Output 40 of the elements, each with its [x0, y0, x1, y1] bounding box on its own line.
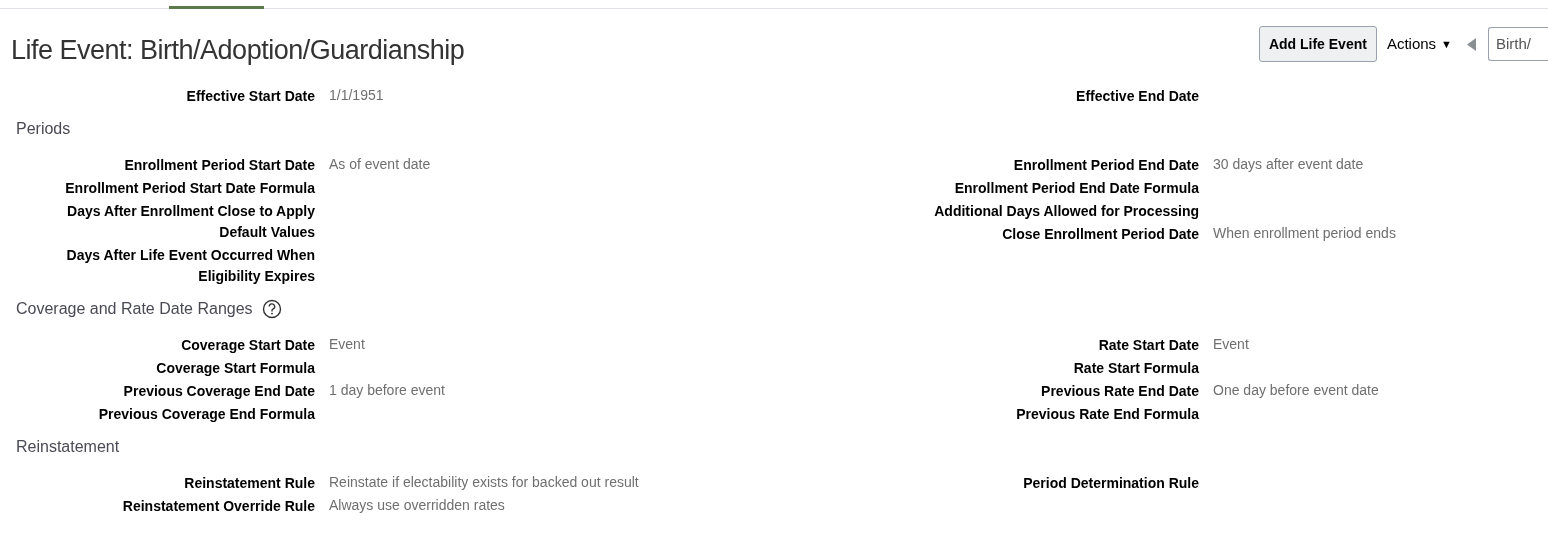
previous-arrow-icon[interactable]: [1467, 37, 1476, 51]
field-label: Rate Start Date: [1098, 336, 1199, 353]
field-label: Coverage Start Formula: [156, 359, 315, 376]
field-value: As of event date: [329, 154, 431, 174]
field-label: Rate Start Formula: [1073, 359, 1199, 376]
record-field[interactable]: Birth/: [1488, 27, 1548, 61]
page-title: Life Event: Birth/Adoption/Guardianship: [11, 34, 465, 67]
field-label: Period Determination Rule: [1023, 474, 1199, 491]
field-label: Days After Life Event Occurred When Eligibility Expires: [66, 246, 315, 284]
section-title: Reinstatement: [16, 436, 120, 457]
field-label: Reinstatement Rule: [184, 474, 315, 491]
field-value: 30 days after event date: [1213, 154, 1364, 174]
field-label: Enrollment Period End Date Formula: [954, 179, 1199, 196]
add-life-event-button[interactable]: Add Life Event: [1258, 26, 1377, 62]
field-value: When enrollment period ends: [1213, 223, 1396, 243]
field-label: Effective End Date: [1076, 87, 1199, 104]
field-value: 1 day before event: [329, 380, 445, 400]
field-value: Always use overridden rates: [329, 495, 505, 515]
field-label: Enrollment Period Start Date Formula: [65, 179, 315, 196]
field-label: Previous Rate End Date: [1041, 382, 1199, 399]
field-label: Days After Enrollment Close to Apply Default Values: [67, 202, 315, 240]
field-label: Previous Coverage End Date: [123, 382, 315, 399]
field-label: Previous Rate End Formula: [1016, 405, 1199, 422]
field-value: Event: [329, 334, 365, 354]
section-title: Coverage and Rate Date Ranges: [16, 298, 253, 319]
field-label: Effective Start Date: [186, 87, 315, 104]
field-value: Event: [1213, 334, 1249, 354]
field-value: Reinstate if electability exists for backed out result: [329, 472, 639, 492]
field-label: Previous Coverage End Formula: [98, 405, 315, 422]
field-label: Reinstatement Override Rule: [122, 497, 315, 514]
field-value: 1/1/1951: [329, 85, 384, 105]
field-value: One day before event date: [1213, 380, 1379, 400]
field-label: Coverage Start Date: [181, 336, 315, 353]
field-label: Close Enrollment Period Date: [1002, 225, 1199, 242]
field-label: Enrollment Period Start Date: [124, 156, 315, 173]
section-title: Periods: [16, 118, 71, 139]
help-icon[interactable]: [261, 298, 282, 319]
field-label: Enrollment Period End Date: [1013, 156, 1199, 173]
actions-menu[interactable]: Actions ▼: [1386, 32, 1452, 56]
field-label: Additional Days Allowed for Processing: [934, 202, 1199, 219]
